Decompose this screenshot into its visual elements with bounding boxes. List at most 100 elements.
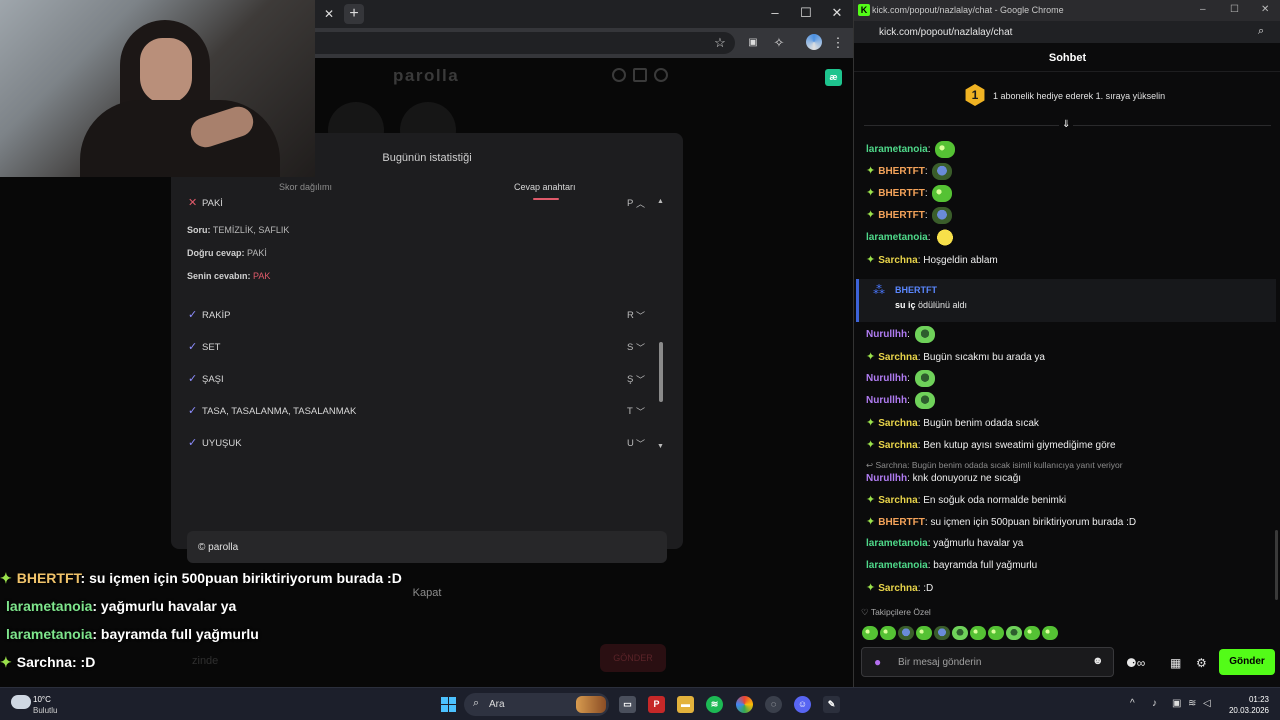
chat-message[interactable]: Nurullhh: knk donuyoruz ne sıcağı xyxy=(866,473,1021,484)
emote-option-icon[interactable] xyxy=(862,625,878,640)
answer-input-hint[interactable]: zinde xyxy=(192,655,218,667)
stats-icon[interactable] xyxy=(633,68,647,82)
chevron-down-icon[interactable]: ﹀ xyxy=(636,405,645,418)
task-view-icon[interactable]: ▭ xyxy=(619,696,636,713)
emote-option-icon[interactable] xyxy=(916,625,932,640)
tab-score-distribution[interactable]: Skor dağılımı xyxy=(279,182,332,192)
chevron-down-icon[interactable]: ﹀ xyxy=(636,309,645,322)
scroll-up-arrow-icon[interactable]: ▲ xyxy=(657,198,664,205)
channel-points-icon[interactable]: ⚈∞ xyxy=(1126,656,1145,670)
emote-option-icon[interactable] xyxy=(988,625,1004,640)
chevron-down-icon[interactable]: ﹀ xyxy=(636,341,645,354)
window-close-icon[interactable]: ✕ xyxy=(827,5,847,21)
emote-option-icon[interactable] xyxy=(970,625,986,640)
chevron-up-icon[interactable]: ︿ xyxy=(636,197,645,210)
answer-item[interactable]: ✓ RAKİP R ﹀ xyxy=(187,309,647,323)
tab-answer-key[interactable]: Cevap anahtarı xyxy=(514,182,576,192)
window-close-icon[interactable]: ✕ xyxy=(1261,4,1269,15)
mic-tray-icon[interactable]: ♪ xyxy=(1152,698,1157,709)
chat-message[interactable]: larametanoia: yağmurlu havalar ya xyxy=(866,538,1023,549)
close-tab-icon[interactable]: ✕ xyxy=(321,6,337,22)
chat-message[interactable]: ✦ BHERTFT: xyxy=(866,207,953,224)
minimize-icon[interactable]: – xyxy=(765,5,785,20)
tray-overflow-icon[interactable]: ^ xyxy=(1130,698,1135,709)
scroll-down-arrow-icon[interactable]: ▼ xyxy=(657,443,664,450)
menu-icon[interactable]: ⋮ xyxy=(829,34,847,52)
profile-avatar[interactable] xyxy=(806,34,822,50)
chat-message[interactable]: Nurullhh: xyxy=(866,370,935,387)
star-icon[interactable]: ☆ xyxy=(711,34,729,52)
chat-message[interactable]: larametanoia: bayramda full yağmurlu xyxy=(866,560,1037,571)
extension-badge-icon[interactable]: æ xyxy=(825,69,842,86)
chat-message[interactable]: ✦ BHERTFT: xyxy=(866,185,953,202)
answer-item[interactable]: ✓ TASA, TASALANMA, TASALANMAK T ﹀ xyxy=(187,405,647,419)
spotify-icon[interactable]: ≋ xyxy=(706,696,723,713)
app-icon[interactable]: ◌ xyxy=(765,696,782,713)
chat-scrollbar[interactable] xyxy=(1275,530,1278,600)
wifi-icon[interactable]: ≋ xyxy=(1188,698,1196,709)
send-button[interactable]: Gönder xyxy=(1219,649,1275,675)
chat-address-bar[interactable]: kick.com/popout/nazlalay/chat ⌕ xyxy=(854,21,1280,43)
answer-item-expanded[interactable]: ✕ PAKİ P ︿ xyxy=(187,197,647,211)
emote-option-icon[interactable] xyxy=(898,625,914,640)
minimize-icon[interactable]: – xyxy=(1200,4,1206,15)
chat-message[interactable]: ✦ Sarchna: Hoşgeldin ablam xyxy=(866,253,998,266)
emote-option-icon[interactable] xyxy=(952,625,968,640)
reward-redemption-card[interactable]: ⁂ BHERTFT su iç ödülünü aldı xyxy=(856,279,1276,322)
answer-item[interactable]: ✓ UYUŞUK U ﹀ xyxy=(187,437,647,451)
chevron-down-icon[interactable]: ﹀ xyxy=(636,437,645,450)
file-explorer-icon[interactable]: ▬ xyxy=(677,696,694,713)
microphone-icon[interactable]: ● xyxy=(874,655,881,669)
chat-message[interactable]: larametanoia: xyxy=(866,141,956,158)
chat-message[interactable]: Nurullhh: xyxy=(866,392,935,409)
settings-gear-icon[interactable]: ⚙ xyxy=(1196,656,1207,670)
emote-option-icon[interactable] xyxy=(934,625,950,640)
address-bar[interactable] xyxy=(305,32,735,54)
chat-message[interactable]: Nurullhh: xyxy=(866,326,935,343)
chat-message[interactable]: ✦ BHERTFT: su içmen için 500puan biriktir… xyxy=(866,515,1136,528)
chat-message[interactable]: ✦ Sarchna: Bugün sıcakmı bu arada ya xyxy=(866,350,1045,363)
share-text-box[interactable]: © parolla xyxy=(187,531,667,563)
answer-item[interactable]: ✓ ŞAŞI Ş ﹀ xyxy=(187,373,647,387)
zoom-icon[interactable]: ⌕ xyxy=(1258,25,1264,38)
message-input[interactable]: ● Bir mesaj gönderin ☻ xyxy=(861,647,1114,677)
chat-message[interactable]: ✦ Sarchna: Ben kutup ayısı sweatimi giyme… xyxy=(866,438,1116,451)
chat-message[interactable]: ✦ Sarchna: En soğuk oda normalde benimki xyxy=(866,493,1066,506)
chat-message[interactable]: ✦ BHERTFT: xyxy=(866,163,953,180)
submit-button[interactable]: GÖNDER xyxy=(600,644,666,672)
chat-message[interactable]: larametanoia: xyxy=(866,229,956,246)
maximize-icon[interactable]: ☐ xyxy=(1230,4,1239,15)
extensions-icon[interactable]: ✧ xyxy=(770,34,788,52)
chat-message[interactable]: ✦ Sarchna: :D xyxy=(866,581,933,594)
emote-option-icon[interactable] xyxy=(1024,625,1040,640)
discord-icon[interactable]: ☺ xyxy=(794,696,811,713)
reply-context[interactable]: ↩ Sarchna: Bugün benim odada sıcak isiml… xyxy=(866,460,1123,471)
close-button[interactable]: Kapat xyxy=(171,587,683,599)
answer-item[interactable]: ✓ SET S ﹀ xyxy=(187,341,647,355)
profile-icon[interactable] xyxy=(654,68,668,82)
cloud-icon[interactable] xyxy=(11,695,31,709)
maximize-icon[interactable]: ☐ xyxy=(796,5,816,21)
emote-option-icon[interactable] xyxy=(1006,625,1022,640)
chevron-down-icon[interactable]: ﹀ xyxy=(636,373,645,386)
translate-icon[interactable]: ▣ xyxy=(744,34,762,52)
emote-option-icon[interactable] xyxy=(880,625,896,640)
follower-only-label: ♡ Takipçilere Özel xyxy=(861,607,931,617)
start-button[interactable] xyxy=(441,697,456,712)
collapse-pinned-icon[interactable]: ⇓ xyxy=(1059,119,1074,130)
app-p-icon[interactable]: P xyxy=(648,696,665,713)
emoji-icon[interactable]: ☻ xyxy=(1092,655,1104,667)
emote-option-icon[interactable] xyxy=(1042,625,1058,640)
pinned-gift-banner[interactable]: 1 1 abonelik hediye ederek 1. sıraya yük… xyxy=(854,76,1280,116)
store-icon[interactable]: ▦ xyxy=(1170,656,1181,670)
chrome-icon[interactable] xyxy=(736,696,753,713)
clock-icon[interactable] xyxy=(612,68,626,82)
check-icon: ✓ xyxy=(188,373,198,385)
volume-icon[interactable]: ◁ xyxy=(1203,698,1211,709)
screen-tray-icon[interactable]: ▣ xyxy=(1172,698,1181,709)
app-icon[interactable]: ✎ xyxy=(823,696,840,713)
scrollbar-thumb[interactable] xyxy=(659,342,663,402)
taskbar-search[interactable]: ⌕ Ara xyxy=(464,693,609,716)
new-tab-button[interactable]: + xyxy=(344,4,364,24)
chat-message[interactable]: ✦ Sarchna: Bugün benim odada sıcak xyxy=(866,416,1039,429)
